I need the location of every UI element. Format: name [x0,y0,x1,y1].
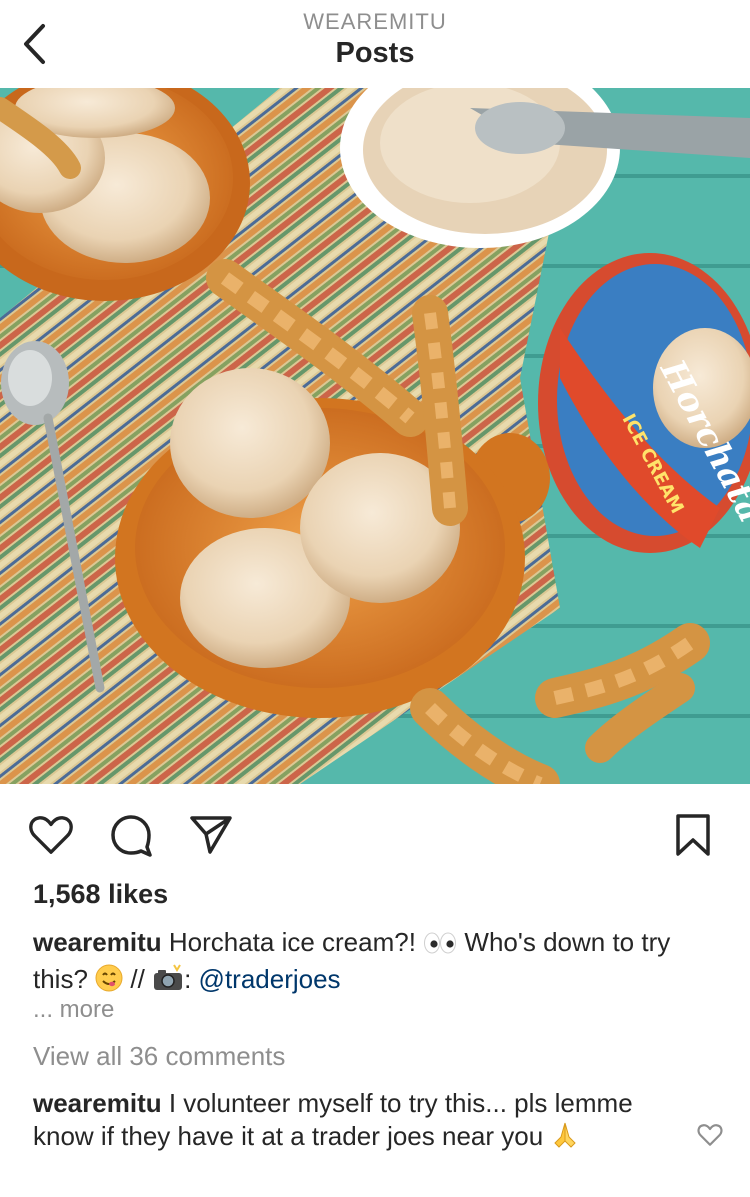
caption-text-1: Horchata ice cream?! [168,927,416,957]
camera-flash-emoji [152,964,184,1000]
yum-emoji [95,964,123,1000]
caption-text-4: : [184,964,192,994]
caption-more-link[interactable]: ... more [33,996,114,1024]
top-comment: wearemitu I volunteer myself to try this… [33,1087,673,1156]
post-caption: wearemitu Horchata ice cream?! Who's dow… [33,926,723,1000]
send-icon [190,816,232,854]
view-all-comments-link[interactable]: View all 36 comments [33,1041,285,1072]
comment-username[interactable]: wearemitu [33,1088,162,1118]
post-image[interactable]: Horchata ICE CREAM [0,88,750,784]
likes-count[interactable]: 1,568 likes [33,879,168,910]
page-title: Posts [335,37,415,69]
praying-hands-emoji [550,1119,580,1156]
share-button[interactable] [186,810,236,860]
post-action-bar [0,800,750,870]
comment-like-button[interactable] [696,1122,724,1148]
heart-icon [697,1124,723,1146]
eyes-emoji [423,930,457,963]
comment-button[interactable] [106,810,156,860]
bookmark-icon [676,814,710,856]
caption-text-3: // [130,964,145,994]
save-button[interactable] [668,810,718,860]
top-nav-bar: WEAREMITU Posts [0,0,750,88]
like-button[interactable] [26,810,76,860]
comment-icon [111,815,152,857]
caption-mention-link[interactable]: @traderjoes [199,964,341,994]
account-name: WEAREMITU [303,9,447,34]
caption-username[interactable]: wearemitu [33,927,162,957]
heart-icon [29,816,73,854]
